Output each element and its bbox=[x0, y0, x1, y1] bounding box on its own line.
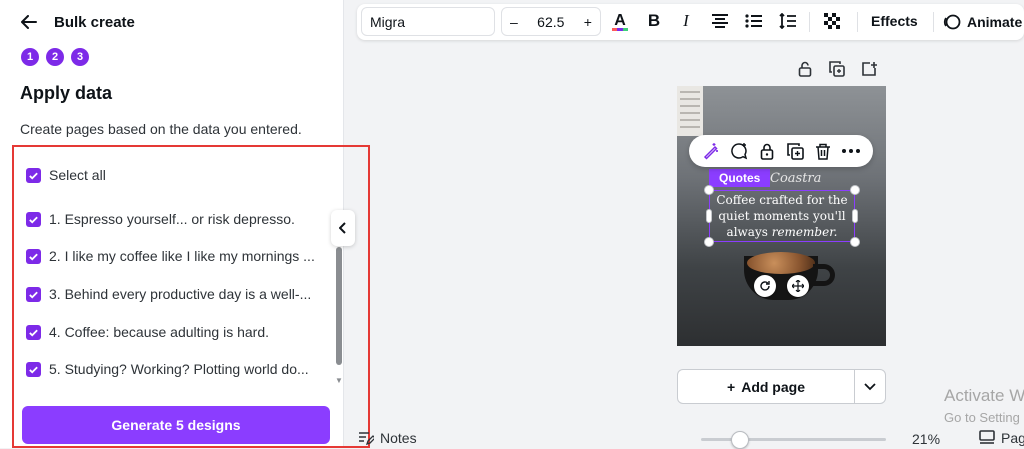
add-page-icon[interactable] bbox=[860, 60, 878, 78]
select-all-row[interactable]: Select all bbox=[26, 167, 106, 183]
list-scrollbar[interactable]: ▼ bbox=[334, 247, 344, 387]
line-spacing-icon[interactable] bbox=[777, 10, 799, 32]
list-item[interactable]: 3. Behind every productive day is a well… bbox=[26, 286, 311, 302]
chevron-left-icon bbox=[339, 222, 346, 234]
list-item[interactable]: 2. I like my coffee like I like my morni… bbox=[26, 248, 315, 264]
svg-text:A: A bbox=[614, 12, 626, 29]
scrollbar-thumb[interactable] bbox=[336, 247, 342, 365]
panel-title: Bulk create bbox=[54, 13, 135, 31]
align-center-icon[interactable] bbox=[709, 10, 731, 32]
apply-data-description: Create pages based on the data you enter… bbox=[20, 121, 302, 137]
step-indicator: 1 2 3 bbox=[21, 48, 89, 66]
notes-label: Notes bbox=[380, 430, 417, 446]
coffee-surface bbox=[747, 252, 815, 274]
zoom-slider-handle[interactable] bbox=[731, 431, 749, 449]
move-icon[interactable] bbox=[787, 275, 809, 297]
add-page-control: + Add page bbox=[677, 369, 886, 404]
resize-handle[interactable] bbox=[852, 209, 858, 223]
plus-icon: + bbox=[727, 378, 736, 395]
select-all-label: Select all bbox=[49, 167, 106, 183]
scroll-down-icon[interactable]: ▼ bbox=[334, 377, 344, 385]
step-3[interactable]: 3 bbox=[71, 48, 89, 66]
generate-designs-button[interactable]: Generate 5 designs bbox=[22, 406, 330, 444]
zoom-slider-track[interactable] bbox=[701, 438, 886, 441]
notes-icon bbox=[359, 432, 374, 445]
bulk-create-panel: Bulk create 1 2 3 Apply data Create page… bbox=[0, 0, 370, 448]
toolbar-divider bbox=[857, 12, 858, 32]
lock-page-icon[interactable] bbox=[796, 60, 814, 78]
text-toolbar: Migra – 62.5 + A B I Effects Animate bbox=[357, 4, 1024, 40]
row-checkbox[interactable] bbox=[26, 248, 41, 264]
select-all-checkbox[interactable] bbox=[26, 167, 41, 183]
pages-label: Pag bbox=[1001, 430, 1024, 446]
text-color-icon[interactable]: A bbox=[609, 10, 631, 32]
decrease-size-button[interactable]: – bbox=[510, 14, 518, 30]
back-arrow-icon[interactable] bbox=[20, 13, 38, 31]
resize-handle[interactable] bbox=[704, 237, 714, 247]
duplicate-page-icon[interactable] bbox=[828, 60, 846, 78]
element-context-menu bbox=[689, 135, 873, 167]
pages-icon bbox=[979, 430, 995, 444]
activate-windows-watermark: Activate W bbox=[944, 386, 1024, 405]
script-logo-text: Coastra bbox=[770, 171, 822, 186]
resize-handle[interactable] bbox=[850, 185, 860, 195]
element-name-tag: Quotes bbox=[709, 169, 771, 187]
list-item[interactable]: 1. Espresso yourself... or risk depresso… bbox=[26, 211, 295, 227]
cup-handle bbox=[813, 264, 835, 286]
row-label: 2. I like my coffee like I like my morni… bbox=[49, 248, 315, 264]
row-label: 4. Coffee: because adulting is hard. bbox=[49, 324, 270, 340]
resize-handle[interactable] bbox=[706, 209, 712, 223]
paper-notes-image bbox=[677, 86, 703, 136]
activate-windows-subtext: Go to Setting bbox=[944, 410, 1020, 425]
row-label: 1. Espresso yourself... or risk depresso… bbox=[49, 211, 295, 227]
row-checkbox[interactable] bbox=[26, 324, 41, 340]
add-comment-icon[interactable] bbox=[729, 141, 749, 161]
chevron-down-icon bbox=[864, 382, 876, 390]
italic-icon[interactable]: I bbox=[675, 10, 697, 32]
row-checkbox[interactable] bbox=[26, 211, 41, 227]
panel-header: Bulk create bbox=[20, 10, 135, 34]
selection-frame bbox=[709, 190, 855, 242]
rotate-icon[interactable] bbox=[754, 275, 776, 297]
add-page-options-button[interactable] bbox=[855, 370, 885, 403]
font-family-select[interactable]: Migra bbox=[361, 7, 495, 36]
more-options-icon[interactable] bbox=[841, 141, 861, 161]
animate-label: Animate bbox=[967, 14, 1023, 30]
font-size-value[interactable]: 62.5 bbox=[537, 14, 564, 30]
duplicate-icon[interactable] bbox=[785, 141, 805, 161]
zoom-percentage[interactable]: 21% bbox=[912, 431, 940, 447]
collapse-panel-button[interactable] bbox=[331, 210, 355, 246]
row-label: 5. Studying? Working? Plotting world do.… bbox=[49, 361, 309, 377]
row-label: 3. Behind every productive day is a well… bbox=[49, 286, 312, 302]
animate-button[interactable]: Animate bbox=[943, 13, 1022, 31]
effects-button[interactable]: Effects bbox=[871, 13, 918, 29]
list-item[interactable]: 5. Studying? Working? Plotting world do.… bbox=[26, 361, 309, 377]
lock-icon[interactable] bbox=[757, 141, 777, 161]
notes-button[interactable]: Notes bbox=[358, 430, 417, 446]
step-1[interactable]: 1 bbox=[21, 48, 39, 66]
transparency-icon[interactable] bbox=[821, 10, 843, 32]
data-rows-list: Select all 1. Espresso yourself... or ri… bbox=[12, 145, 370, 448]
bulleted-list-icon[interactable] bbox=[743, 10, 765, 32]
bold-icon[interactable]: B bbox=[643, 10, 665, 32]
magic-edit-icon[interactable] bbox=[701, 141, 721, 161]
add-page-button[interactable]: + Add page bbox=[678, 370, 855, 403]
toolbar-divider bbox=[933, 12, 934, 32]
resize-handle[interactable] bbox=[704, 185, 714, 195]
list-item[interactable]: 4. Coffee: because adulting is hard. bbox=[26, 324, 269, 340]
page-actions bbox=[796, 60, 878, 78]
apply-data-heading: Apply data bbox=[20, 83, 113, 103]
toolbar-divider bbox=[809, 12, 810, 32]
increase-size-button[interactable]: + bbox=[584, 14, 592, 30]
row-checkbox[interactable] bbox=[26, 361, 41, 377]
resize-handle[interactable] bbox=[850, 237, 860, 247]
design-page[interactable]: Coastra Quotes Coffee crafted for the qu… bbox=[677, 86, 886, 346]
animate-icon bbox=[943, 14, 961, 30]
add-page-label: Add page bbox=[741, 378, 805, 395]
step-2[interactable]: 2 bbox=[46, 48, 64, 66]
delete-icon[interactable] bbox=[813, 141, 833, 161]
font-size-stepper[interactable]: – 62.5 + bbox=[501, 7, 601, 36]
row-checkbox[interactable] bbox=[26, 286, 41, 302]
pages-button[interactable]: Pag bbox=[979, 430, 1024, 446]
